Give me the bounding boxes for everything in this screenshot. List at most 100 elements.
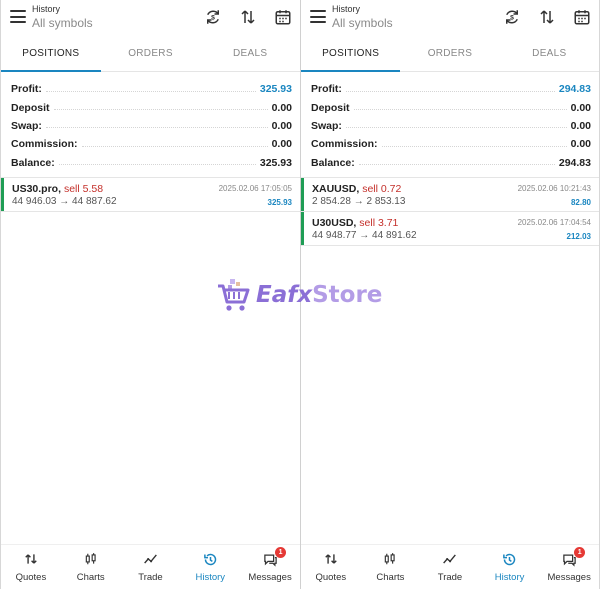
shopping-cart-icon: [218, 279, 250, 311]
tab-deals[interactable]: DEALS: [500, 40, 599, 71]
unread-badge: 1: [275, 547, 287, 558]
nav-label: History: [494, 572, 525, 583]
history-tabs: POSITIONS ORDERS DEALS: [1, 40, 300, 72]
symbol-filter[interactable]: All symbols: [332, 16, 393, 30]
tab-orders[interactable]: ORDERS: [400, 40, 499, 71]
deal-time: 2025.02.06 10:21:43: [517, 184, 591, 193]
nav-quotes[interactable]: Quotes: [301, 545, 361, 589]
quotes-icon: [22, 551, 40, 567]
sort-icon[interactable]: [237, 6, 259, 28]
list-item[interactable]: U30USD, sell 3.71 44 948.77 → 44 891.62 …: [301, 212, 599, 246]
profit-indicator: [301, 178, 304, 211]
header-actions: $: [202, 6, 294, 28]
tab-orders[interactable]: ORDERS: [101, 40, 201, 71]
summary-row-commission: Commission: 0.00: [11, 135, 292, 153]
nav-label: Charts: [376, 572, 405, 583]
nav-history[interactable]: History: [480, 545, 540, 589]
trade-icon: [441, 551, 459, 567]
tab-positions[interactable]: POSITIONS: [301, 40, 401, 72]
summary-value: 0.00: [566, 138, 591, 151]
deal-list: US30.pro, sell 5.58 44 946.03 → 44 887.6…: [1, 177, 300, 212]
nav-history[interactable]: History: [180, 545, 240, 589]
tab-positions[interactable]: POSITIONS: [1, 40, 101, 72]
nav-messages[interactable]: 1 Messages: [539, 545, 599, 589]
nav-charts[interactable]: Charts: [361, 545, 421, 589]
nav-messages[interactable]: 1 Messages: [240, 545, 300, 589]
summary-row-balance: Balance: 294.83: [311, 154, 591, 172]
summary-value: 0.00: [566, 119, 591, 132]
summary-row-deposit: Deposit 0.00: [11, 98, 292, 116]
profit-indicator: [1, 178, 4, 211]
summary-row-swap: Swap: 0.00: [11, 117, 292, 135]
summary-row-balance: Balance: 325.93: [11, 154, 292, 172]
summary-label: Balance:: [11, 156, 59, 169]
summary-row-profit: Profit: 325.93: [11, 80, 292, 98]
summary-value: 0.00: [267, 101, 292, 114]
currency-exchange-icon[interactable]: $: [501, 6, 523, 28]
symbol-filter[interactable]: All symbols: [32, 16, 93, 30]
svg-text:$: $: [510, 15, 514, 22]
deal-symbol: XAUUSD, sell 0.72: [312, 183, 402, 195]
summary-value: 294.83: [554, 83, 591, 96]
nav-label: Messages: [248, 572, 292, 583]
history-icon: [201, 551, 219, 567]
summary-row-deposit: Deposit 0.00: [311, 98, 591, 116]
nav-label: Trade: [138, 572, 163, 583]
deal-time: 2025.02.06 17:05:05: [218, 184, 292, 193]
deal-profit: 325.93: [267, 198, 292, 207]
bottom-nav: Quotes Charts Trade History 1 Messages: [301, 544, 599, 589]
history-tabs: POSITIONS ORDERS DEALS: [301, 40, 599, 72]
trade-icon: [141, 551, 159, 567]
app-header: History All symbols $: [1, 0, 300, 40]
nav-trade[interactable]: Trade: [121, 545, 181, 589]
summary-row-swap: Swap: 0.00: [311, 117, 591, 135]
sort-icon[interactable]: [536, 6, 558, 28]
hamburger-menu-icon[interactable]: [310, 10, 326, 23]
page-title: History: [32, 4, 61, 14]
unread-badge: 1: [574, 547, 586, 558]
deal-prices: 2 854.28 → 2 853.13: [312, 196, 406, 207]
calendar-icon[interactable]: [571, 6, 593, 28]
bottom-nav: Quotes Charts Trade History 1 Messages: [1, 544, 300, 589]
tab-deals[interactable]: DEALS: [200, 40, 300, 71]
calendar-icon[interactable]: [272, 6, 294, 28]
deal-symbol: U30USD, sell 3.71: [312, 217, 399, 229]
history-icon: [501, 551, 519, 567]
deal-side: sell 5.58: [63, 183, 104, 195]
deal-prices: 44 946.03 → 44 887.62: [12, 196, 117, 207]
summary-value: 325.93: [255, 83, 292, 96]
account-summary: Profit: 325.93 Deposit 0.00 Swap: 0.00 Comm…: [11, 80, 292, 172]
list-item[interactable]: US30.pro, sell 5.58 44 946.03 → 44 887.6…: [1, 178, 300, 212]
deal-list: XAUUSD, sell 0.72 2 854.28 → 2 853.13 20…: [301, 177, 599, 246]
summary-label: Commission:: [11, 138, 82, 151]
charts-icon: [82, 551, 100, 567]
nav-charts[interactable]: Charts: [61, 545, 121, 589]
profit-indicator: [301, 212, 304, 245]
nav-label: Charts: [76, 572, 105, 583]
nav-label: Quotes: [315, 572, 347, 583]
hamburger-menu-icon[interactable]: [10, 10, 26, 23]
app-header: History All symbols $: [301, 0, 599, 40]
summary-value: 0.00: [267, 119, 292, 132]
svg-text:$: $: [211, 15, 215, 22]
watermark-logo: EafxStore: [216, 275, 386, 315]
nav-quotes[interactable]: Quotes: [1, 545, 61, 589]
header-actions: $: [501, 6, 593, 28]
deal-profit: 212.03: [566, 232, 591, 241]
summary-label: Deposit: [311, 101, 354, 114]
summary-label: Swap:: [311, 119, 346, 132]
nav-trade[interactable]: Trade: [420, 545, 480, 589]
deal-time: 2025.02.06 17:04:54: [517, 218, 591, 227]
deal-profit: 82.80: [570, 198, 591, 207]
deal-side: sell 3.71: [359, 217, 399, 229]
deal-prices: 44 948.77 → 44 891.62: [312, 230, 417, 241]
nav-label: History: [195, 572, 226, 583]
summary-label: Swap:: [11, 119, 46, 132]
account-summary: Profit: 294.83 Deposit 0.00 Swap: 0.00 Comm…: [311, 80, 591, 172]
deal-side: sell 0.72: [362, 183, 402, 195]
currency-exchange-icon[interactable]: $: [202, 6, 224, 28]
list-item[interactable]: XAUUSD, sell 0.72 2 854.28 → 2 853.13 20…: [301, 178, 599, 212]
summary-value: 325.93: [255, 156, 292, 169]
nav-label: Messages: [547, 572, 591, 583]
summary-label: Profit:: [11, 83, 46, 96]
